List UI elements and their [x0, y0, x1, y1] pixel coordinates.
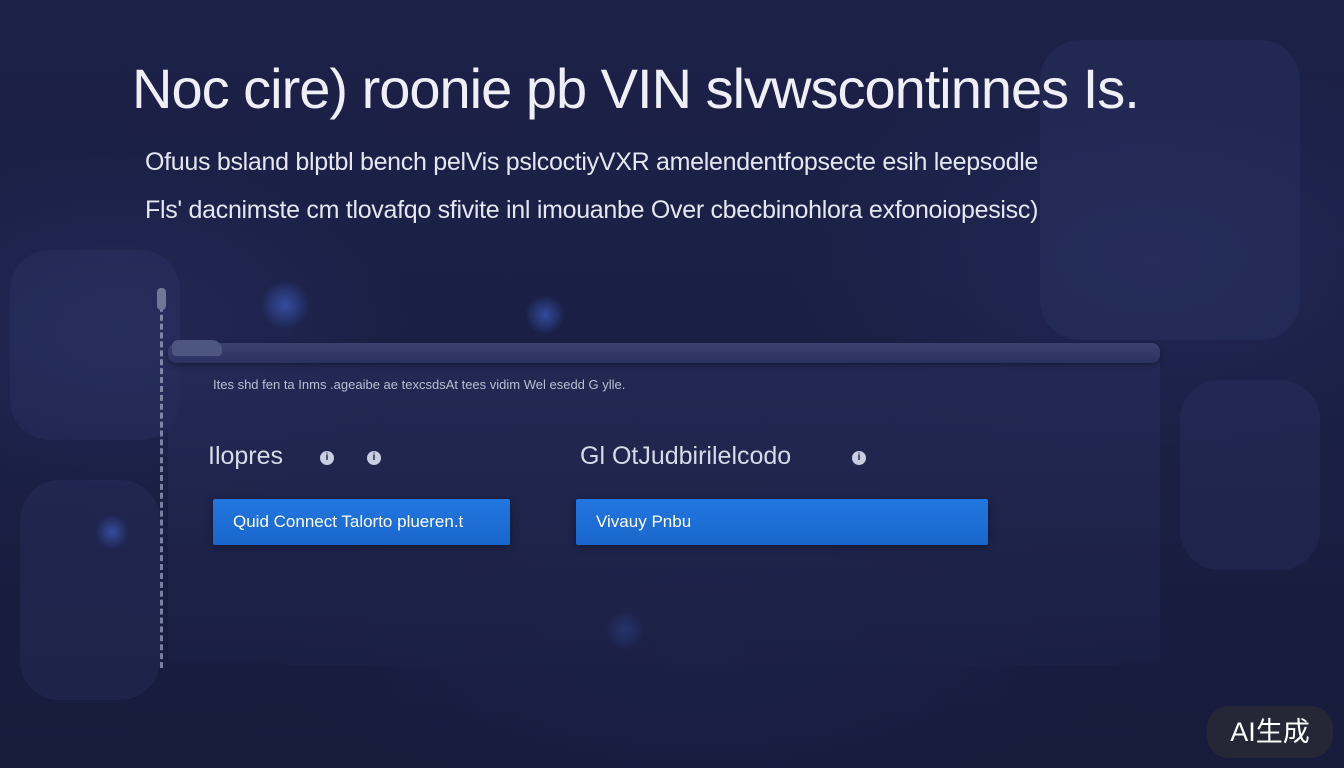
- background-shape: [20, 480, 160, 700]
- panel-caption: Ites shd fen ta Inms .ageaibe ae texcsds…: [213, 377, 626, 392]
- privacy-button[interactable]: Vivauy Pnbu: [576, 499, 988, 545]
- hero-description-line-2: Fls' dacnimste cm tlovafqo sfivite inl i…: [145, 196, 1039, 224]
- background-glow: [95, 515, 129, 549]
- background-shape: [10, 250, 180, 440]
- left-group-label: Ilopres: [208, 442, 284, 470]
- right-group-label: Gl OtJudbirilelcodo: [580, 442, 792, 470]
- hero-description-line-1: Ofuus bsland blptbl bench pelVis pslcoct…: [145, 148, 1039, 176]
- background-shape: [1180, 380, 1320, 570]
- panel-tab-handle[interactable]: [172, 340, 222, 356]
- panel-header-bar: [168, 343, 1160, 363]
- info-circle-icon[interactable]: i: [320, 451, 334, 465]
- info-circle-icon[interactable]: i: [852, 451, 866, 465]
- info-circle-icon[interactable]: i: [367, 451, 381, 465]
- quick-connect-button[interactable]: Quid Connect Talorto plueren.t: [213, 499, 510, 545]
- vertical-scroll-rail[interactable]: [160, 288, 167, 668]
- background-glow: [525, 295, 565, 335]
- ai-generated-badge: AI生成: [1207, 706, 1333, 758]
- scroll-handle[interactable]: [157, 288, 166, 310]
- background-glow: [260, 280, 310, 330]
- page-headline: Noc cire) roonie pb VIN slvwscontinnes I…: [132, 57, 1140, 120]
